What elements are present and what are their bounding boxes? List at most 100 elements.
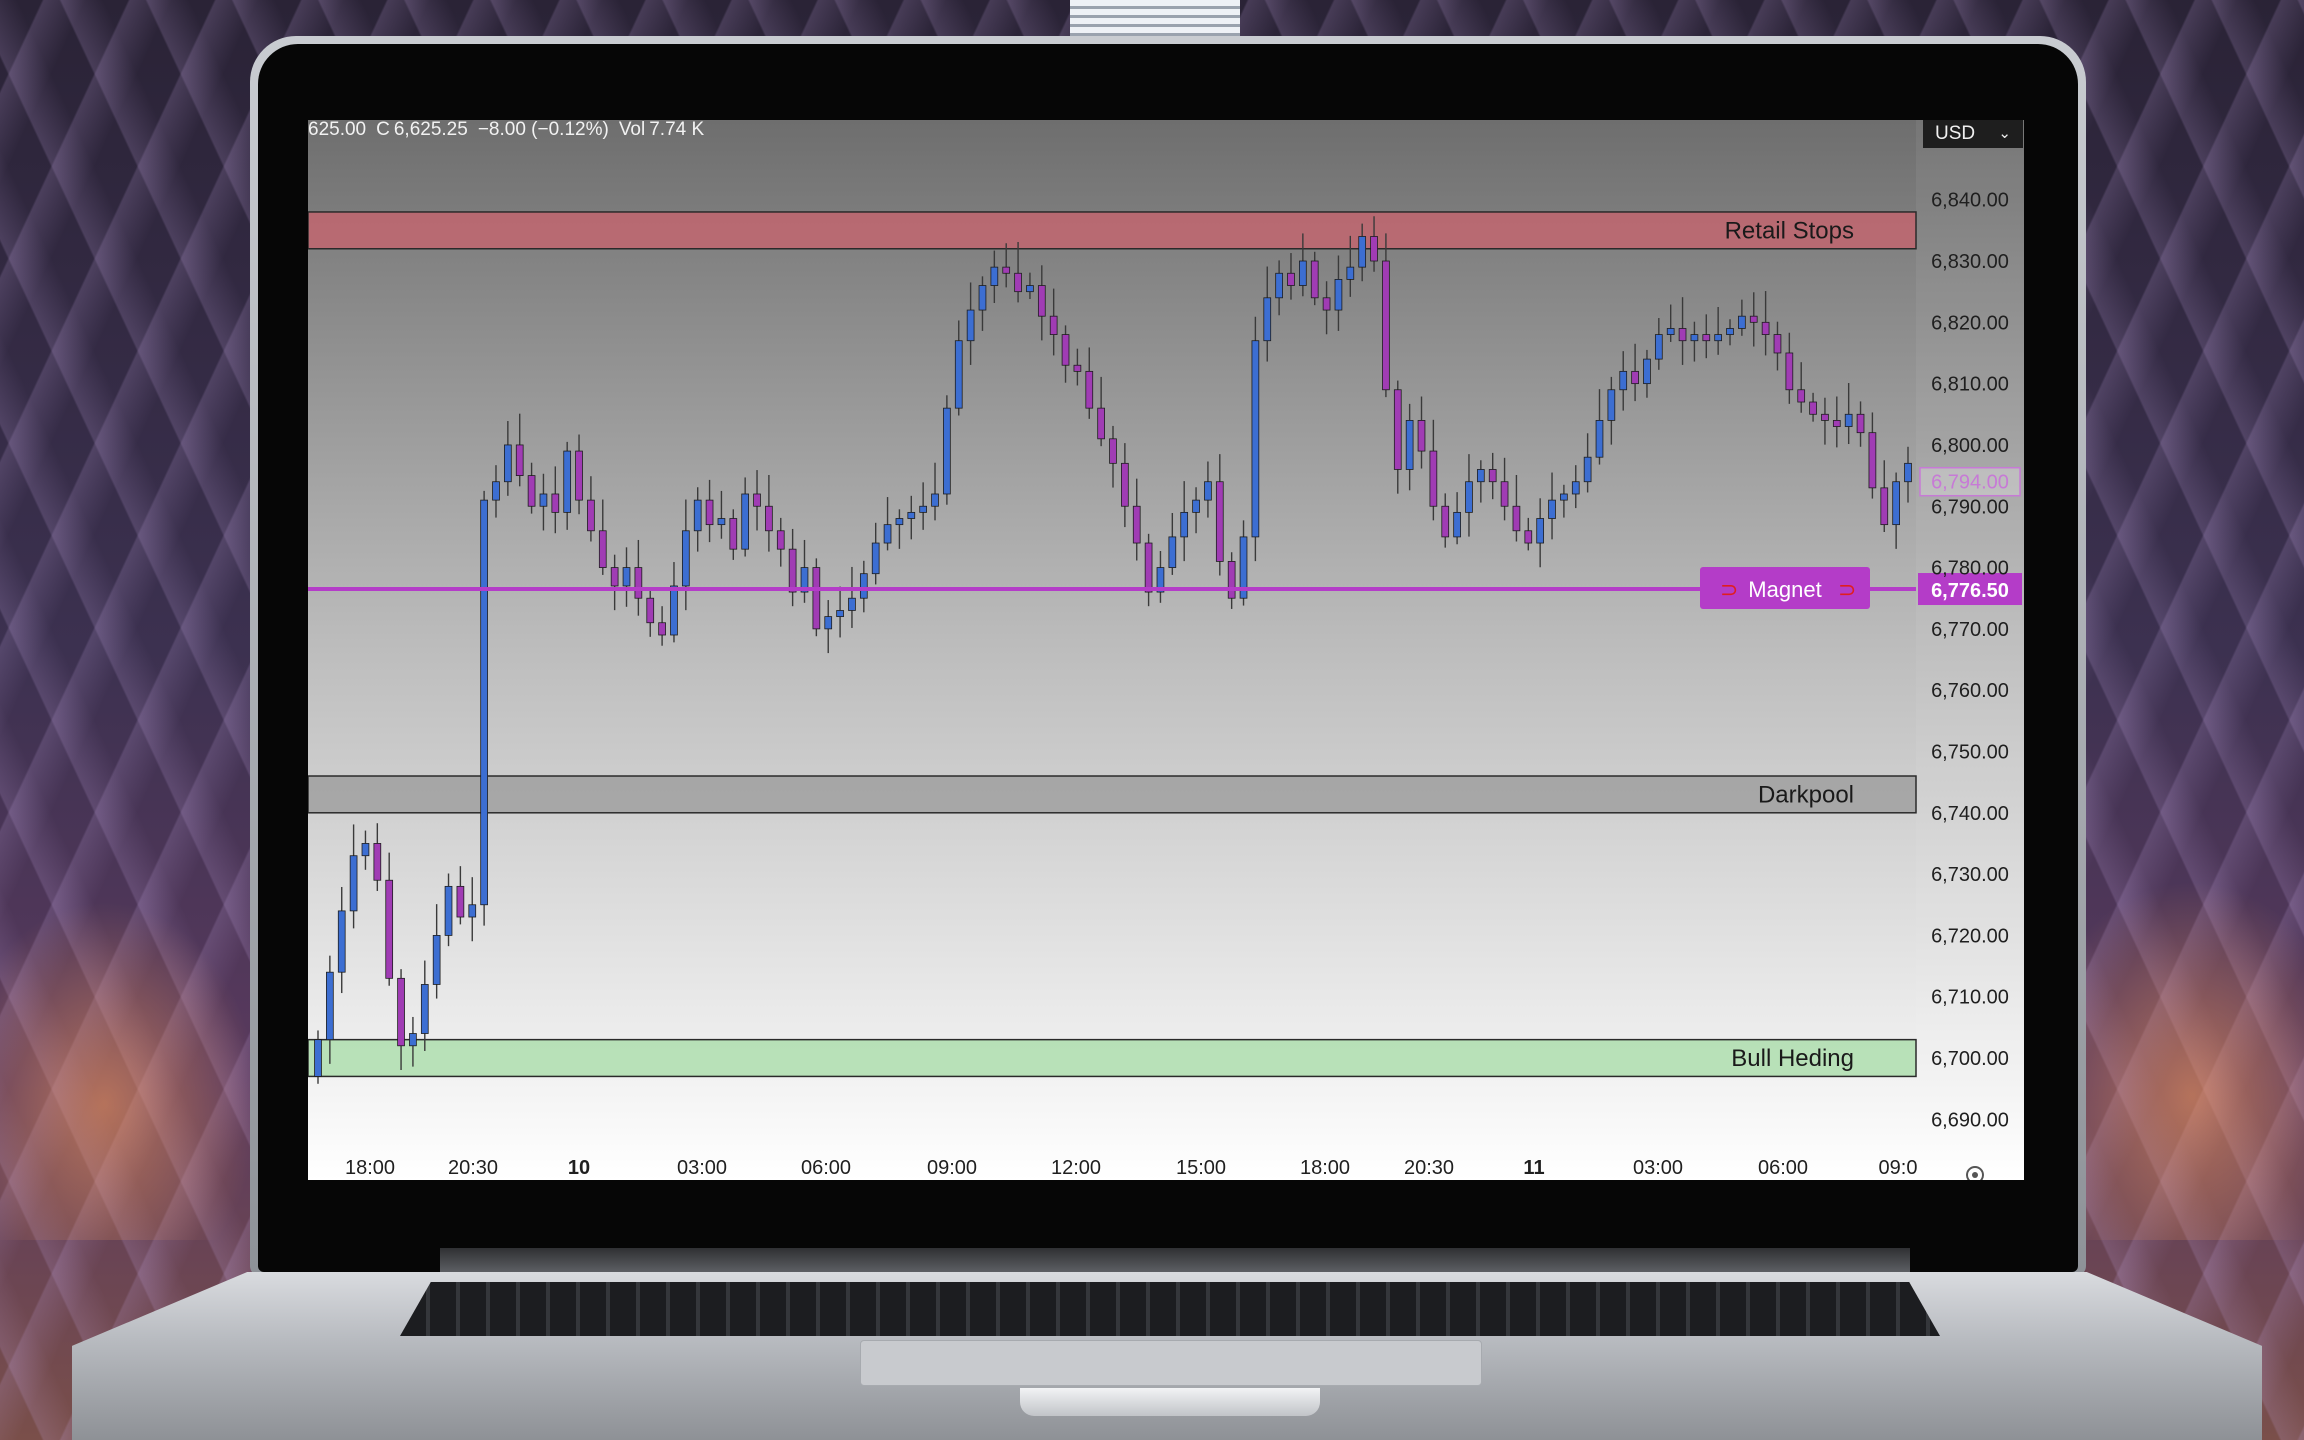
candle-body	[1109, 438, 1117, 464]
candle-body	[1536, 518, 1545, 544]
candle-body	[1322, 297, 1331, 311]
candle-body	[788, 548, 797, 593]
y-tick-label: 6,840.00	[1931, 190, 2009, 212]
candle	[1251, 316, 1260, 562]
candle-body	[1726, 328, 1734, 335]
candle-body	[1310, 260, 1319, 299]
candle-body	[456, 885, 465, 918]
zone-label: Retail Stops	[1725, 217, 1854, 244]
candle-body	[1631, 370, 1639, 385]
x-tick-label: 09:00	[927, 1157, 977, 1179]
chevron-down-icon: ⌄	[1998, 125, 2011, 142]
candle-body	[1773, 334, 1782, 354]
x-tick-label: 11	[1523, 1157, 1544, 1179]
candle-body	[1251, 340, 1260, 538]
candle-body	[1287, 272, 1295, 286]
zone-label: Bull Heding	[1731, 1045, 1854, 1072]
x-tick-label: 15:00	[1176, 1157, 1226, 1179]
x-tick-label: 06:00	[801, 1157, 851, 1179]
candle-body	[812, 567, 821, 630]
candle	[812, 558, 821, 637]
candle-body	[1026, 285, 1034, 293]
candle-body	[646, 597, 655, 624]
candle-body	[1619, 370, 1628, 391]
candle-body	[610, 567, 619, 587]
candle-body	[1512, 505, 1521, 532]
price-chart[interactable]: Retail Stops Darkpool Bull Heding ⊃ Magnet ⊃…	[308, 120, 2024, 1180]
candle-body	[1334, 279, 1343, 311]
candle-body	[1524, 530, 1533, 544]
candle-body	[670, 585, 678, 636]
candle-body	[1097, 407, 1105, 440]
candle-body	[539, 493, 548, 507]
laptop-keyboard	[400, 1282, 1940, 1336]
candle-body	[1571, 481, 1580, 495]
x-tick-label: 10	[568, 1157, 590, 1179]
candle-body	[1299, 260, 1307, 286]
candle-body	[717, 518, 726, 526]
candle	[480, 490, 488, 926]
current-price-label: 6,794.00	[1931, 472, 2009, 494]
magnet-label[interactable]: ⊃ Magnet ⊃	[1700, 567, 1870, 610]
candle-body	[1382, 260, 1390, 391]
candle-body	[693, 499, 702, 532]
candle-body	[1121, 462, 1129, 507]
candle-body	[1488, 469, 1497, 483]
ohlc-close-label: C	[376, 120, 390, 140]
candle-body	[966, 309, 975, 342]
candle-body	[1856, 413, 1865, 434]
candle-body	[978, 285, 987, 311]
ohlc-open: 625.00	[308, 120, 367, 140]
candle-body	[409, 1033, 417, 1047]
candle-body	[314, 1039, 322, 1077]
candle-body	[1037, 285, 1046, 317]
y-tick-label: 6,800.00	[1931, 435, 2009, 457]
candle-body	[1180, 511, 1189, 538]
candle-body	[1583, 456, 1592, 483]
magnet-price-label: 6,776.50	[1931, 580, 2009, 602]
candle-body	[848, 597, 856, 611]
candle-body	[1749, 315, 1758, 323]
candle-body	[824, 616, 833, 630]
candle-body	[1892, 481, 1900, 526]
ohlc-legend: 625.00 C 6,625.25 −8.00 (−0.12%) Vol 7.74 K	[308, 120, 714, 140]
candle-body	[990, 266, 999, 286]
zone-band	[308, 211, 1917, 250]
candle-body	[1702, 334, 1711, 342]
candle-body	[1476, 469, 1485, 483]
candle-body	[1215, 481, 1224, 562]
candle-body	[551, 493, 560, 513]
chart-background	[308, 120, 2024, 1180]
candle-body	[1204, 481, 1212, 501]
zone-bull-heding[interactable]: Bull Heding	[308, 1038, 1917, 1078]
candle-body	[326, 971, 334, 1041]
currency-selector[interactable]: USD ⌄	[1923, 120, 2023, 148]
candle-body	[883, 524, 892, 544]
zone-retail-stops[interactable]: Retail Stops	[308, 211, 1917, 250]
x-tick-label: 20:30	[448, 1157, 498, 1179]
candle-body	[1465, 481, 1473, 513]
zone-darkpool[interactable]: Darkpool	[308, 775, 1917, 814]
y-tick-label: 6,810.00	[1931, 374, 2009, 396]
candle-body	[397, 977, 405, 1047]
candle-body	[563, 450, 572, 513]
chart-screen[interactable]: Retail Stops Darkpool Bull Heding ⊃ Magnet ⊃…	[308, 120, 2024, 1180]
candle-body	[729, 518, 738, 550]
candle-body	[1797, 389, 1806, 403]
y-tick-label: 6,780.00	[1931, 558, 2009, 580]
candle-body	[1346, 266, 1355, 280]
candle-body	[1417, 420, 1426, 452]
candle-body	[575, 450, 583, 501]
candle-body	[1085, 370, 1094, 409]
candle-body	[1654, 334, 1663, 360]
candle-body	[1666, 328, 1675, 335]
x-tick-label: 18:00	[345, 1157, 395, 1179]
volume-label: Vol	[618, 120, 646, 140]
candle-body	[765, 505, 773, 532]
candle-body	[337, 910, 346, 973]
x-tick-label: 12:00	[1051, 1157, 1101, 1179]
candle-body	[1144, 542, 1153, 593]
ceiling-light	[1070, 0, 1240, 40]
candle-body	[1014, 272, 1022, 293]
candle-body	[1405, 420, 1414, 470]
